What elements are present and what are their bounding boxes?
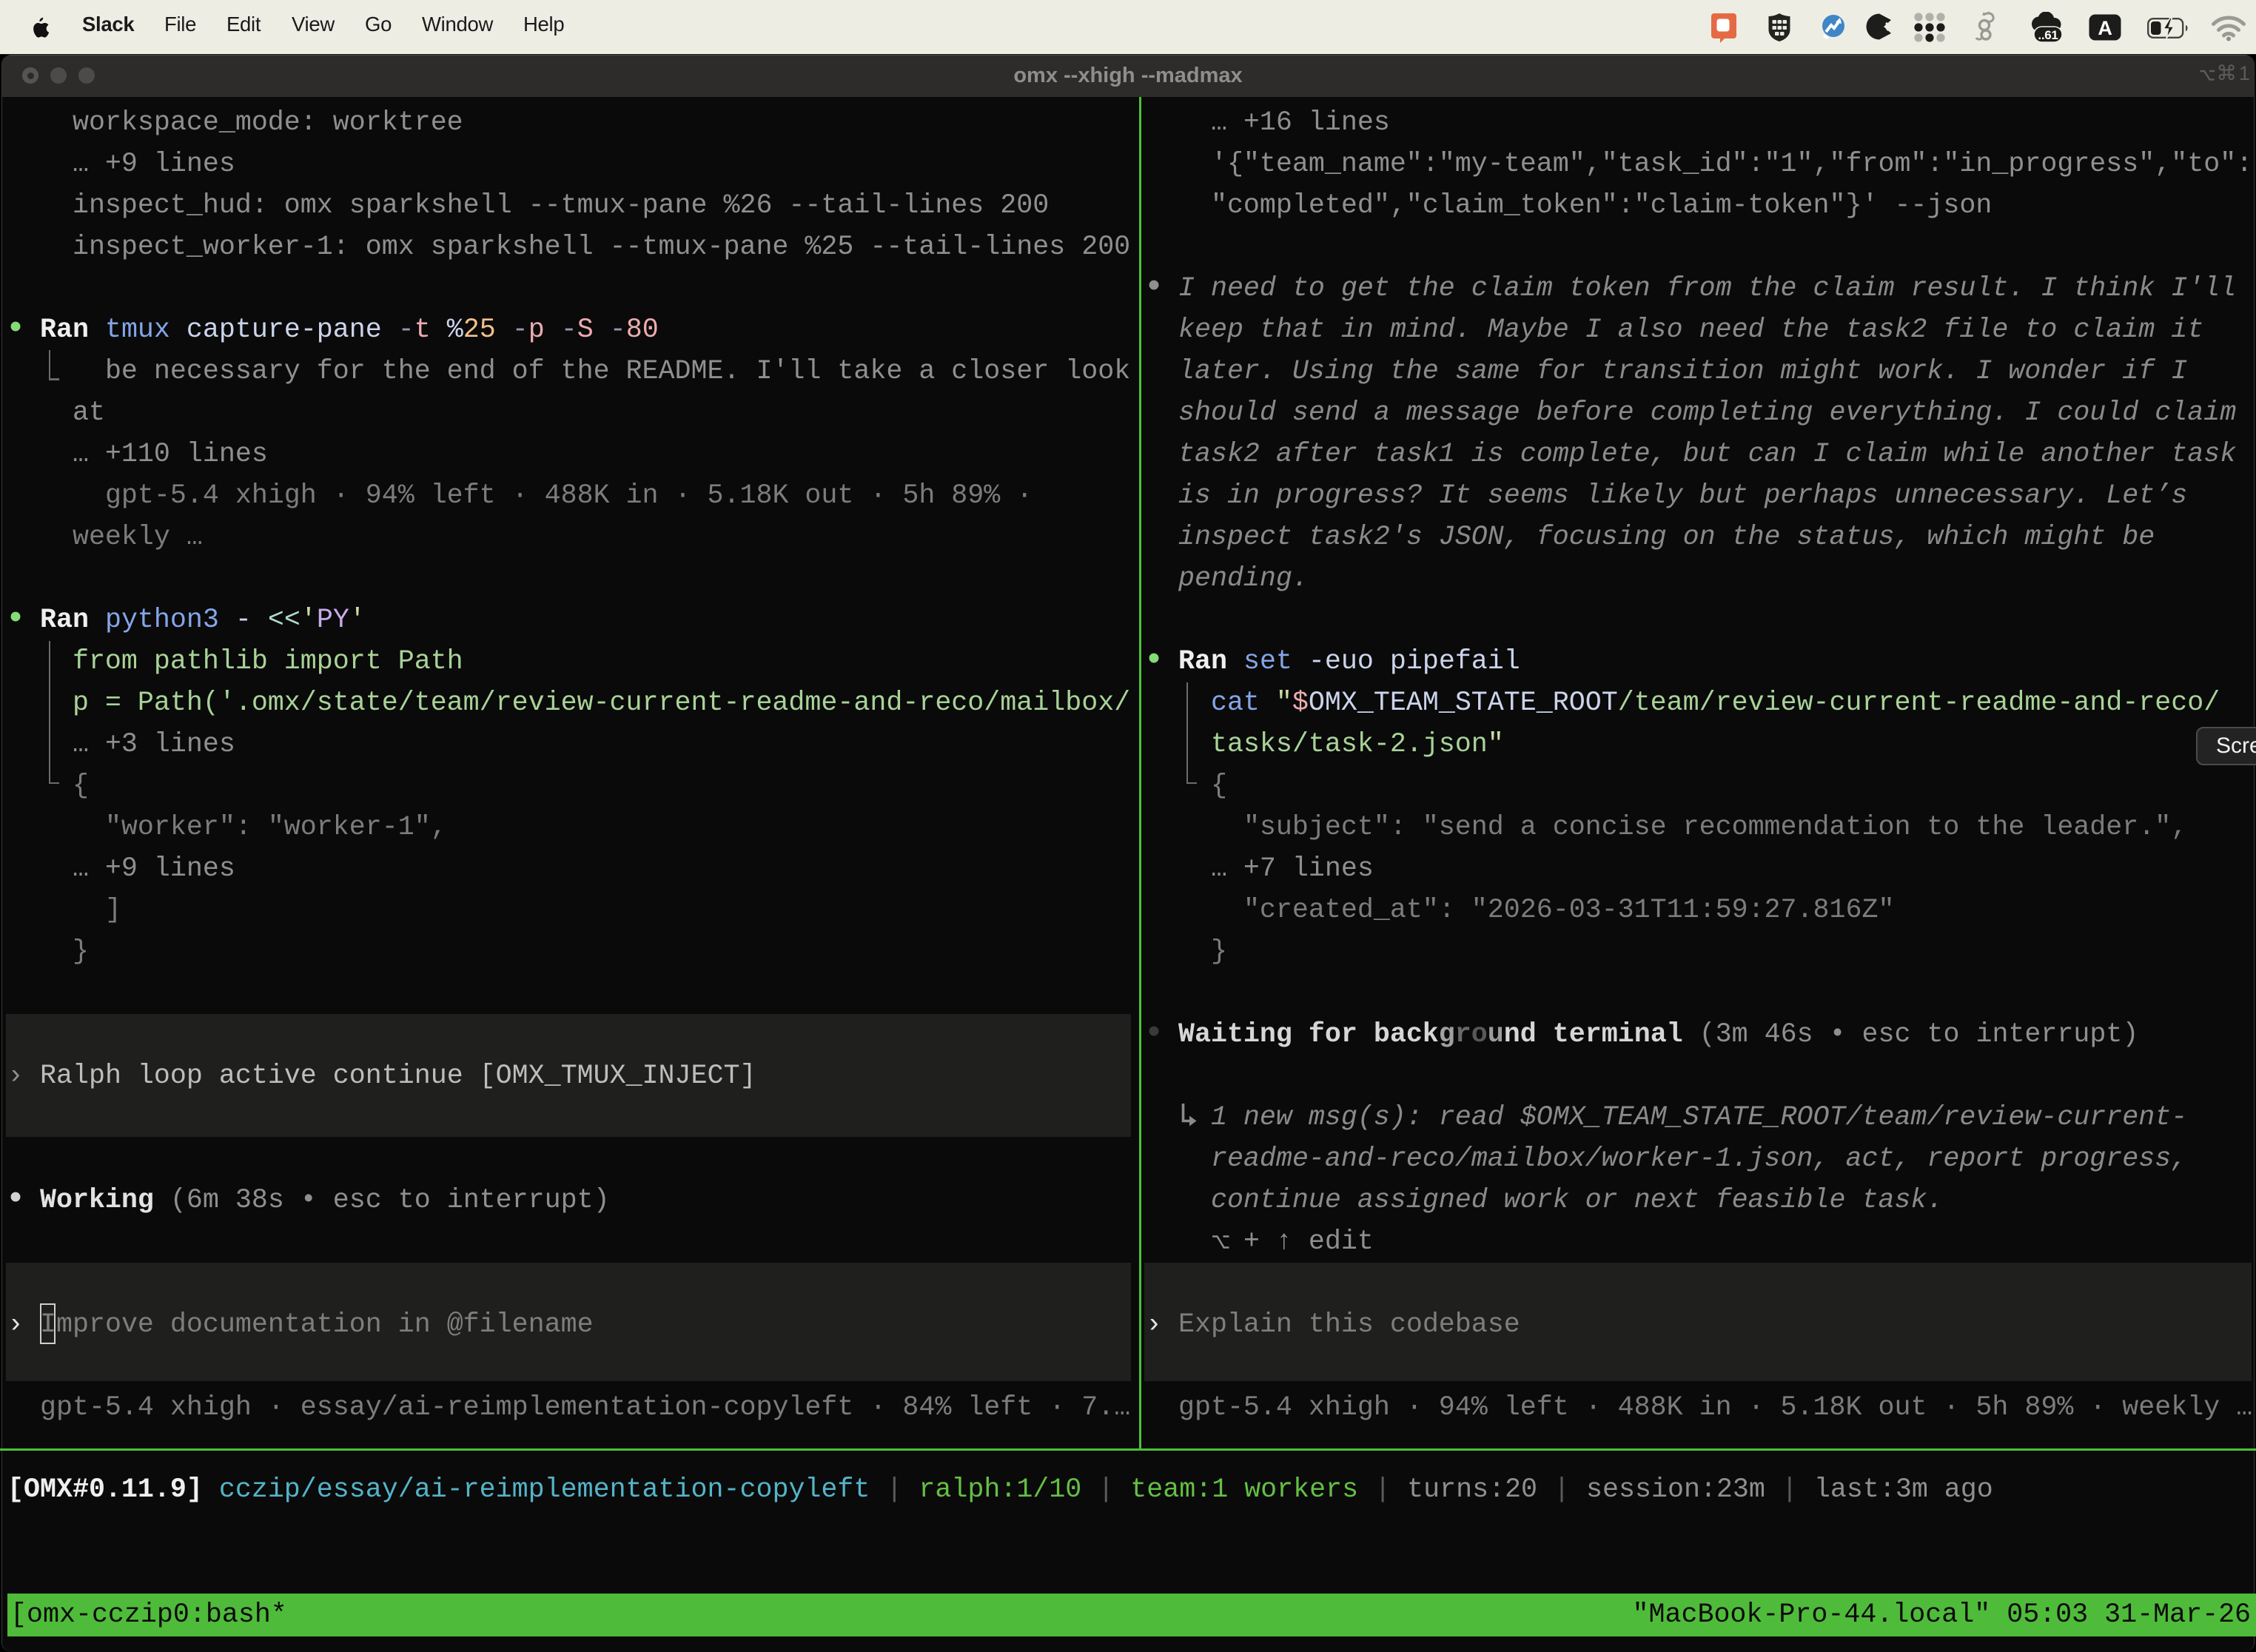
svg-text:A: A — [2098, 17, 2112, 39]
svg-text:..61: ..61 — [2038, 28, 2058, 42]
